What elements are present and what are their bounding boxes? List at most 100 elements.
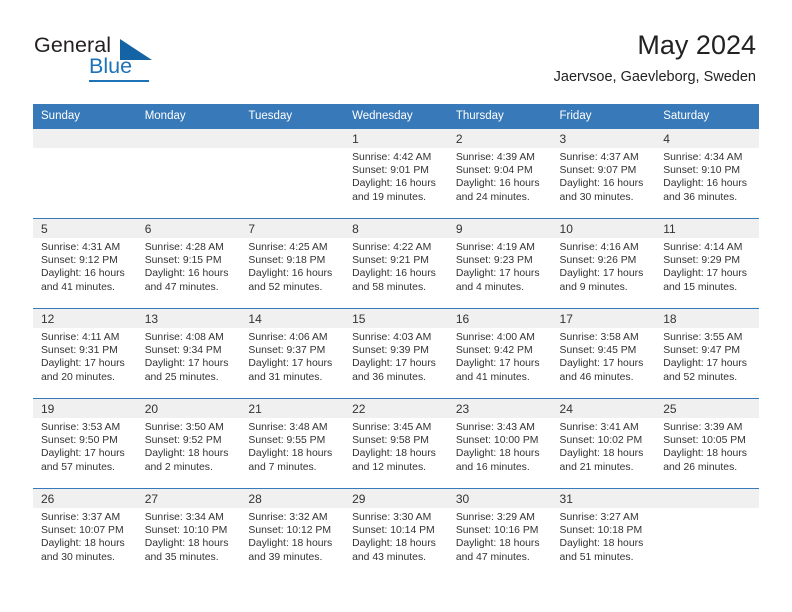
day-details: Sunrise: 3:27 AM Sunset: 10:18 PM Daylight… — [552, 508, 656, 564]
calendar-cell-inner: 5 Sunrise: 4:31 AM Sunset: 9:12 PM Daylight… — [33, 219, 137, 308]
daylight-text-line2: and 36 minutes. — [663, 191, 738, 203]
calendar-cell[interactable]: 27 Sunrise: 3:34 AM Sunset: 10:10 PM Daylig… — [136, 488, 241, 578]
calendar-cell[interactable]: 29 Sunrise: 3:30 AM Sunset: 10:14 PM Daylig… — [344, 488, 448, 578]
day-details: Sunrise: 4:11 AM Sunset: 9:31 PM Daylight:… — [33, 328, 137, 384]
sunset-text: Sunset: 9:07 PM — [559, 165, 637, 177]
day-number: 3 — [551, 129, 656, 148]
day-details: Sunrise: 4:00 AM Sunset: 9:42 PM Daylight:… — [448, 328, 552, 384]
logo-text-blue: Blue — [89, 54, 133, 78]
calendar-cell-inner: 28 Sunrise: 3:32 AM Sunset: 10:12 PM Daylig… — [240, 489, 345, 578]
daylight-text-line1: Daylight: 17 hours — [41, 358, 125, 370]
daylight-text-line1: Daylight: 18 hours — [41, 538, 125, 550]
daylight-text-line2: and 47 minutes. — [144, 281, 219, 293]
calendar-cell[interactable]: 24 Sunrise: 3:41 AM Sunset: 10:02 PM Daylig… — [551, 398, 656, 489]
daylight-text-line1: Daylight: 17 hours — [455, 358, 540, 370]
calendar-cell[interactable]: 5 Sunrise: 4:31 AM Sunset: 9:12 PM Daylight… — [33, 218, 137, 309]
daylight-text-line2: and 30 minutes. — [559, 191, 634, 203]
weekday-header-tuesday: Tuesday — [240, 104, 345, 129]
calendar-cell[interactable]: 9 Sunrise: 4:19 AM Sunset: 9:23 PM Daylight… — [447, 218, 552, 309]
sunrise-text: Sunrise: 3:27 AM — [559, 512, 639, 523]
calendar-cell-inner: 17 Sunrise: 3:58 AM Sunset: 9:45 PM Dayligh… — [551, 309, 656, 398]
calendar-cell[interactable]: 12 Sunrise: 4:11 AM Sunset: 9:31 PM Dayligh… — [33, 308, 137, 399]
weekday-header-monday: Monday — [136, 104, 241, 129]
calendar-cell[interactable]: 6 Sunrise: 4:28 AM Sunset: 9:15 PM Daylight… — [136, 218, 241, 309]
calendar-cell[interactable]: 16 Sunrise: 4:00 AM Sunset: 9:42 PM Dayligh… — [447, 308, 552, 399]
daylight-text-line2: and 19 minutes. — [352, 191, 427, 203]
sunset-text: Sunset: 9:47 PM — [663, 345, 741, 357]
calendar-cell[interactable]: 21 Sunrise: 3:48 AM Sunset: 9:55 PM Dayligh… — [240, 398, 345, 489]
general-blue-logo[interactable]: General Blue — [34, 33, 194, 83]
calendar-cell-inner: 14 Sunrise: 4:06 AM Sunset: 9:37 PM Dayligh… — [240, 309, 345, 398]
daylight-text-line2: and 47 minutes. — [455, 551, 530, 563]
calendar-cell[interactable]: 20 Sunrise: 3:50 AM Sunset: 9:52 PM Dayligh… — [136, 398, 241, 489]
daylight-text-line2: and 25 minutes. — [144, 371, 219, 383]
day-number: 10 — [551, 219, 656, 238]
calendar-cell[interactable]: 17 Sunrise: 3:58 AM Sunset: 9:45 PM Dayligh… — [551, 308, 656, 399]
day-details: Sunrise: 4:19 AM Sunset: 9:23 PM Daylight:… — [448, 238, 552, 294]
day-details: Sunrise: 3:37 AM Sunset: 10:07 PM Daylight… — [33, 508, 137, 564]
sunrise-text: Sunrise: 3:39 AM — [663, 422, 743, 433]
day-number: 31 — [551, 489, 656, 508]
sunrise-text: Sunrise: 3:53 AM — [41, 422, 121, 433]
calendar-cell[interactable]: 8 Sunrise: 4:22 AM Sunset: 9:21 PM Daylight… — [344, 218, 448, 309]
day-details: Sunrise: 4:16 AM Sunset: 9:26 PM Daylight:… — [552, 238, 656, 294]
calendar-cell[interactable]: 10 Sunrise: 4:16 AM Sunset: 9:26 PM Dayligh… — [551, 218, 656, 309]
daylight-text-line2: and 43 minutes. — [352, 551, 427, 563]
calendar-cell[interactable]: 15 Sunrise: 4:03 AM Sunset: 9:39 PM Dayligh… — [344, 308, 448, 399]
sunrise-text: Sunrise: 3:29 AM — [455, 512, 535, 523]
calendar-cell[interactable]: 25 Sunrise: 3:39 AM Sunset: 10:05 PM Daylig… — [655, 398, 759, 489]
calendar-cell[interactable]: 23 Sunrise: 3:43 AM Sunset: 10:00 PM Daylig… — [447, 398, 552, 489]
sunrise-text: Sunrise: 3:48 AM — [248, 422, 328, 433]
calendar-cell[interactable]: 11 Sunrise: 4:14 AM Sunset: 9:29 PM Dayligh… — [655, 218, 759, 309]
sunset-text: Sunset: 10:00 PM — [455, 435, 539, 447]
calendar-cell[interactable]: 26 Sunrise: 3:37 AM Sunset: 10:07 PM Daylig… — [33, 488, 137, 578]
daylight-text-line2: and 9 minutes. — [559, 281, 628, 293]
calendar-cell[interactable]: 22 Sunrise: 3:45 AM Sunset: 9:58 PM Dayligh… — [344, 398, 448, 489]
calendar-cell[interactable]: 4 Sunrise: 4:34 AM Sunset: 9:10 PM Daylight… — [655, 128, 759, 219]
calendar-cell-inner — [33, 129, 137, 218]
calendar-cell[interactable]: 1 Sunrise: 4:42 AM Sunset: 9:01 PM Daylight… — [344, 128, 448, 219]
day-number: 5 — [33, 219, 137, 238]
day-number: 29 — [344, 489, 448, 508]
daylight-text-line1: Daylight: 16 hours — [144, 268, 229, 280]
sunrise-text: Sunrise: 4:37 AM — [559, 152, 639, 163]
calendar-cell[interactable]: 28 Sunrise: 3:32 AM Sunset: 10:12 PM Daylig… — [240, 488, 345, 578]
day-number — [655, 489, 759, 508]
sunrise-text: Sunrise: 3:37 AM — [41, 512, 121, 523]
sunset-text: Sunset: 10:07 PM — [41, 525, 124, 537]
daylight-text-line2: and 21 minutes. — [559, 461, 634, 473]
day-details: Sunrise: 4:42 AM Sunset: 9:01 PM Daylight:… — [344, 148, 448, 204]
day-number: 12 — [33, 309, 137, 328]
sunrise-text: Sunrise: 3:55 AM — [663, 332, 743, 343]
day-details: Sunrise: 4:06 AM Sunset: 9:37 PM Daylight:… — [240, 328, 344, 384]
calendar-cell[interactable]: 13 Sunrise: 4:08 AM Sunset: 9:34 PM Dayligh… — [136, 308, 241, 399]
calendar-cell-inner: 26 Sunrise: 3:37 AM Sunset: 10:07 PM Daylig… — [33, 489, 137, 578]
sunset-text: Sunset: 9:04 PM — [455, 165, 533, 177]
sunset-text: Sunset: 9:31 PM — [41, 345, 118, 357]
sunrise-text: Sunrise: 3:58 AM — [559, 332, 639, 343]
sunrise-text: Sunrise: 3:50 AM — [144, 422, 224, 433]
calendar-cell-inner: 27 Sunrise: 3:34 AM Sunset: 10:10 PM Daylig… — [136, 489, 241, 578]
daylight-text-line2: and 26 minutes. — [663, 461, 738, 473]
calendar-cell-inner — [655, 489, 759, 578]
sunset-text: Sunset: 10:18 PM — [559, 525, 643, 537]
daylight-text-line1: Daylight: 18 hours — [352, 538, 436, 550]
daylight-text-line2: and 58 minutes. — [352, 281, 427, 293]
sunrise-text: Sunrise: 3:45 AM — [352, 422, 432, 433]
calendar-cell-inner — [240, 129, 345, 218]
calendar-cell[interactable]: 31 Sunrise: 3:27 AM Sunset: 10:18 PM Daylig… — [551, 488, 656, 578]
day-details: Sunrise: 3:45 AM Sunset: 9:58 PM Daylight:… — [344, 418, 448, 474]
sunrise-text: Sunrise: 4:11 AM — [41, 332, 120, 343]
calendar-cell[interactable]: 19 Sunrise: 3:53 AM Sunset: 9:50 PM Dayligh… — [33, 398, 137, 489]
sunrise-text: Sunrise: 4:22 AM — [352, 242, 432, 253]
daylight-text-line1: Daylight: 18 hours — [455, 448, 540, 460]
calendar-cell[interactable]: 18 Sunrise: 3:55 AM Sunset: 9:47 PM Dayligh… — [655, 308, 759, 399]
calendar-cell[interactable]: 14 Sunrise: 4:06 AM Sunset: 9:37 PM Dayligh… — [240, 308, 345, 399]
calendar-cell[interactable]: 7 Sunrise: 4:25 AM Sunset: 9:18 PM Daylight… — [240, 218, 345, 309]
calendar-cell[interactable]: 3 Sunrise: 4:37 AM Sunset: 9:07 PM Daylight… — [551, 128, 656, 219]
calendar-cell[interactable]: 30 Sunrise: 3:29 AM Sunset: 10:16 PM Daylig… — [447, 488, 552, 578]
calendar-cell-empty — [136, 128, 241, 219]
page-header: General Blue May 2024 Jaervsoe, Gaevlebo… — [0, 0, 792, 100]
sunrise-text: Sunrise: 4:25 AM — [248, 242, 328, 253]
calendar-cell[interactable]: 2 Sunrise: 4:39 AM Sunset: 9:04 PM Daylight… — [447, 128, 552, 219]
